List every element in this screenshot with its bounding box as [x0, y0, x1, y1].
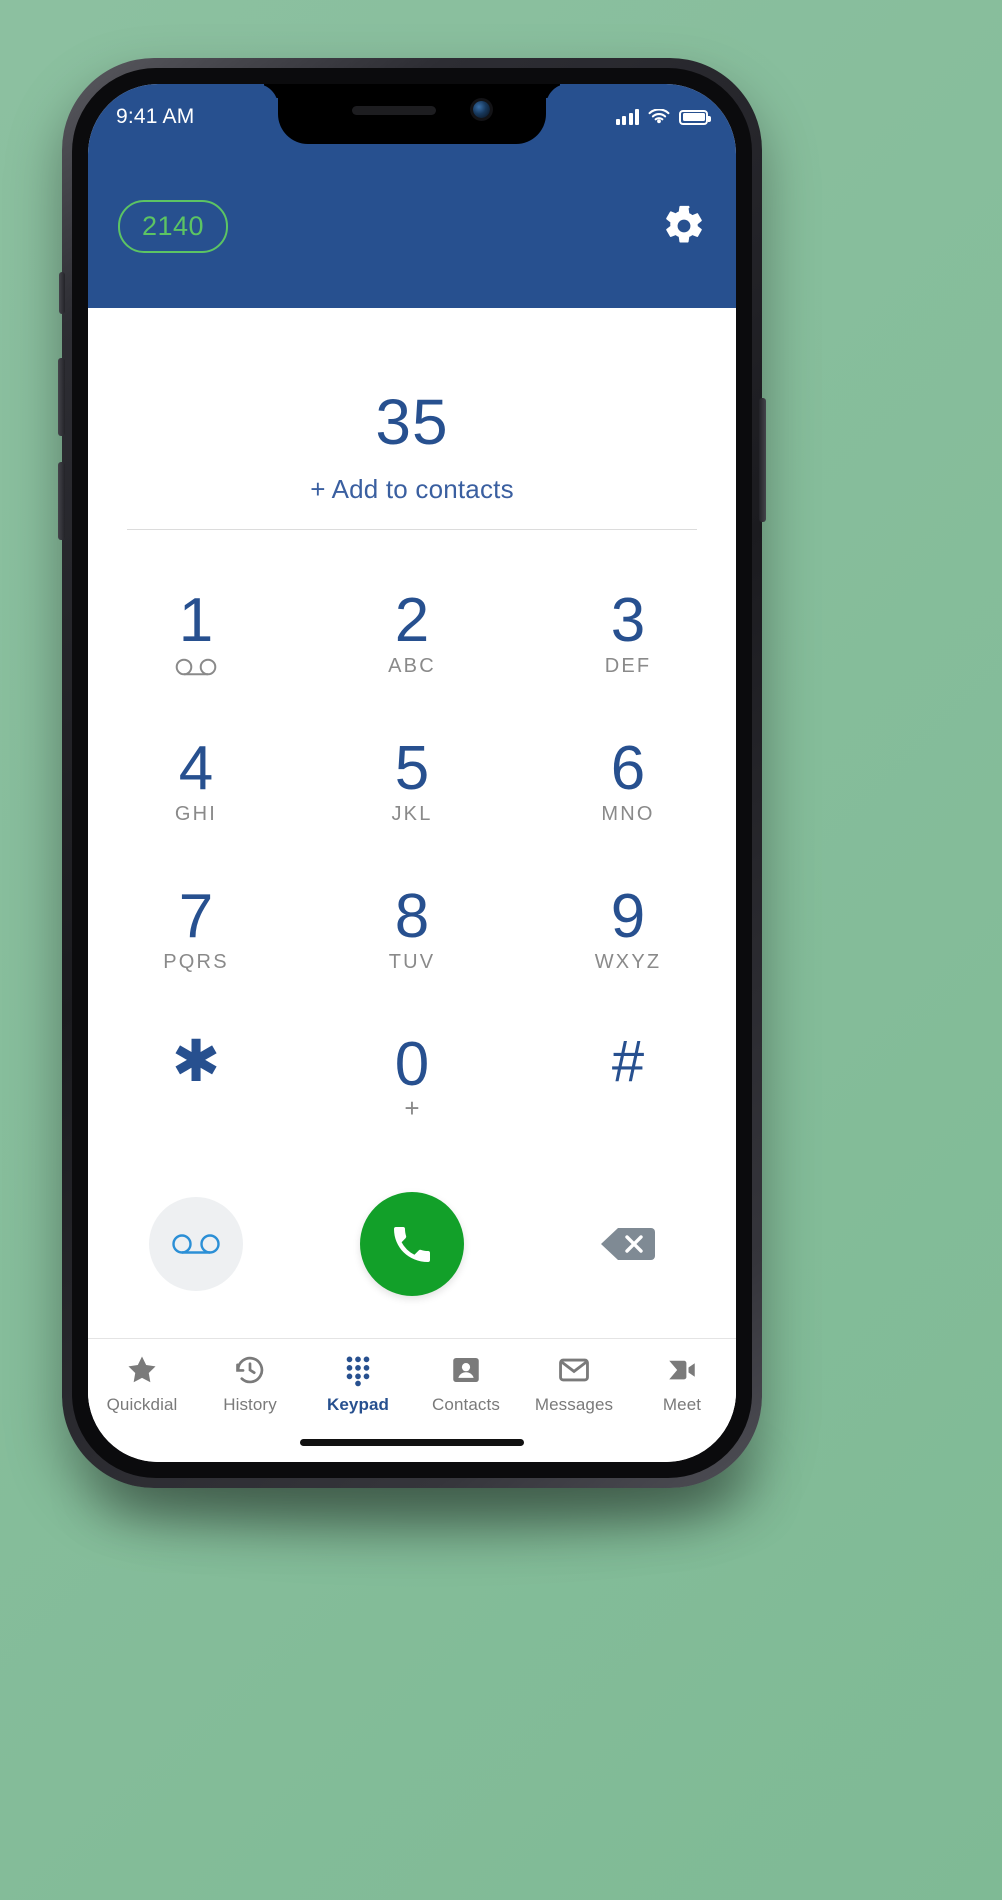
- keypad-key-6[interactable]: 6 MNO: [520, 722, 736, 870]
- envelope-icon: [559, 1358, 589, 1382]
- phone-device-frame: 9:41 AM 2140 35 + Add to contacts 1 2 AB…: [58, 58, 766, 1488]
- keypad-digit: 3: [610, 586, 646, 655]
- keypad-key-7[interactable]: 7 PQRS: [88, 870, 304, 1018]
- home-indicator[interactable]: [300, 1439, 524, 1446]
- video-meet-icon: [669, 1360, 695, 1380]
- volume-up-button[interactable]: [58, 358, 65, 436]
- tab-messages[interactable]: Messages: [520, 1353, 628, 1415]
- clock-history-icon: [236, 1356, 264, 1384]
- voicemail-button[interactable]: [149, 1197, 243, 1291]
- backspace-button[interactable]: [598, 1222, 658, 1266]
- backspace-icon: [601, 1228, 655, 1260]
- keypad-key-0[interactable]: 0 +: [304, 1018, 520, 1166]
- voicemail-icon: [172, 1234, 220, 1254]
- gear-icon[interactable]: [662, 204, 706, 248]
- wifi-icon: [648, 109, 670, 124]
- keypad-key-5[interactable]: 5 JKL: [304, 722, 520, 870]
- keypad-digit: 2: [394, 586, 430, 655]
- keypad-key-3[interactable]: 3 DEF: [520, 574, 736, 722]
- tab-history[interactable]: History: [196, 1353, 304, 1415]
- tab-label: Contacts: [432, 1395, 500, 1414]
- keypad-digit: 0: [394, 1030, 430, 1099]
- keypad-digit: 6: [610, 734, 646, 803]
- keypad-letters: ABC: [388, 655, 436, 678]
- tab-label: Messages: [534, 1395, 614, 1414]
- keypad-digit: 8: [394, 882, 430, 951]
- mute-switch[interactable]: [59, 272, 65, 314]
- tab-contacts[interactable]: Contacts: [412, 1353, 520, 1415]
- tab-meet[interactable]: Meet: [628, 1353, 736, 1415]
- keypad-digit: ✱: [171, 1029, 221, 1094]
- phone-screen: 9:41 AM 2140 35 + Add to contacts 1 2 AB…: [88, 84, 736, 1462]
- extension-badge[interactable]: 2140: [118, 199, 229, 253]
- display-divider: [127, 529, 697, 530]
- keypad-key-1[interactable]: 1: [88, 574, 304, 722]
- keypad-key-2[interactable]: 2 ABC: [304, 574, 520, 722]
- number-display: 35 + Add to contacts: [88, 308, 736, 530]
- tab-label: History: [223, 1395, 277, 1414]
- keypad-key-star[interactable]: ✱: [88, 1018, 304, 1166]
- app-header-bar: 2140: [88, 144, 736, 308]
- status-bar-clock: 9:41 AM: [116, 105, 195, 128]
- voicemail-icon: [175, 658, 217, 676]
- keypad-letters: GHI: [174, 803, 218, 826]
- keypad-action-row: [88, 1174, 736, 1314]
- dialed-number[interactable]: 35: [88, 390, 736, 454]
- keypad-digit: 1: [178, 586, 214, 655]
- keypad-digit: 5: [394, 734, 430, 803]
- contact-card-icon: [453, 1357, 479, 1383]
- cellular-signal-icon: [615, 109, 639, 125]
- keypad-key-9[interactable]: 9 WXYZ: [520, 870, 736, 1018]
- volume-down-button[interactable]: [58, 462, 65, 540]
- keypad-letters: DEF: [604, 655, 652, 678]
- tab-label: Meet: [662, 1395, 702, 1414]
- keypad-key-8[interactable]: 8 TUV: [304, 870, 520, 1018]
- keypad-digit: 7: [178, 882, 214, 951]
- tab-keypad[interactable]: Keypad: [304, 1353, 412, 1415]
- keypad-letters: JKL: [391, 803, 433, 826]
- keypad-digit: 9: [610, 882, 646, 951]
- tab-label: Quickdial: [106, 1395, 178, 1414]
- keypad-letters: TUV: [388, 951, 436, 974]
- tab-label: Keypad: [326, 1395, 389, 1414]
- keypad-letters: WXYZ: [594, 951, 662, 974]
- keypad-digit: 4: [178, 734, 214, 803]
- keypad-letters: MNO: [601, 803, 655, 826]
- star-icon: [128, 1356, 156, 1383]
- keypad-digit: #: [611, 1029, 645, 1094]
- status-bar-icons: [615, 109, 711, 125]
- battery-full-icon: [679, 109, 711, 125]
- keypad-key-4[interactable]: 4 GHI: [88, 722, 304, 870]
- status-bar: 9:41 AM: [88, 84, 736, 144]
- dial-keypad: 1 2 ABC 3 DEF 4 GHI 5 JKL 6 MNO 7 PQRS 8…: [88, 574, 736, 1166]
- power-button[interactable]: [759, 398, 766, 522]
- keypad-plus-label: +: [404, 1093, 420, 1124]
- call-button[interactable]: [360, 1192, 464, 1296]
- keypad-letters: PQRS: [163, 951, 229, 974]
- tab-quickdial[interactable]: Quickdial: [88, 1353, 196, 1415]
- add-to-contacts-link[interactable]: + Add to contacts: [88, 474, 736, 505]
- phone-handset-icon: [394, 1227, 430, 1262]
- keypad-dots-icon: [346, 1356, 370, 1387]
- keypad-key-hash[interactable]: #: [520, 1018, 736, 1166]
